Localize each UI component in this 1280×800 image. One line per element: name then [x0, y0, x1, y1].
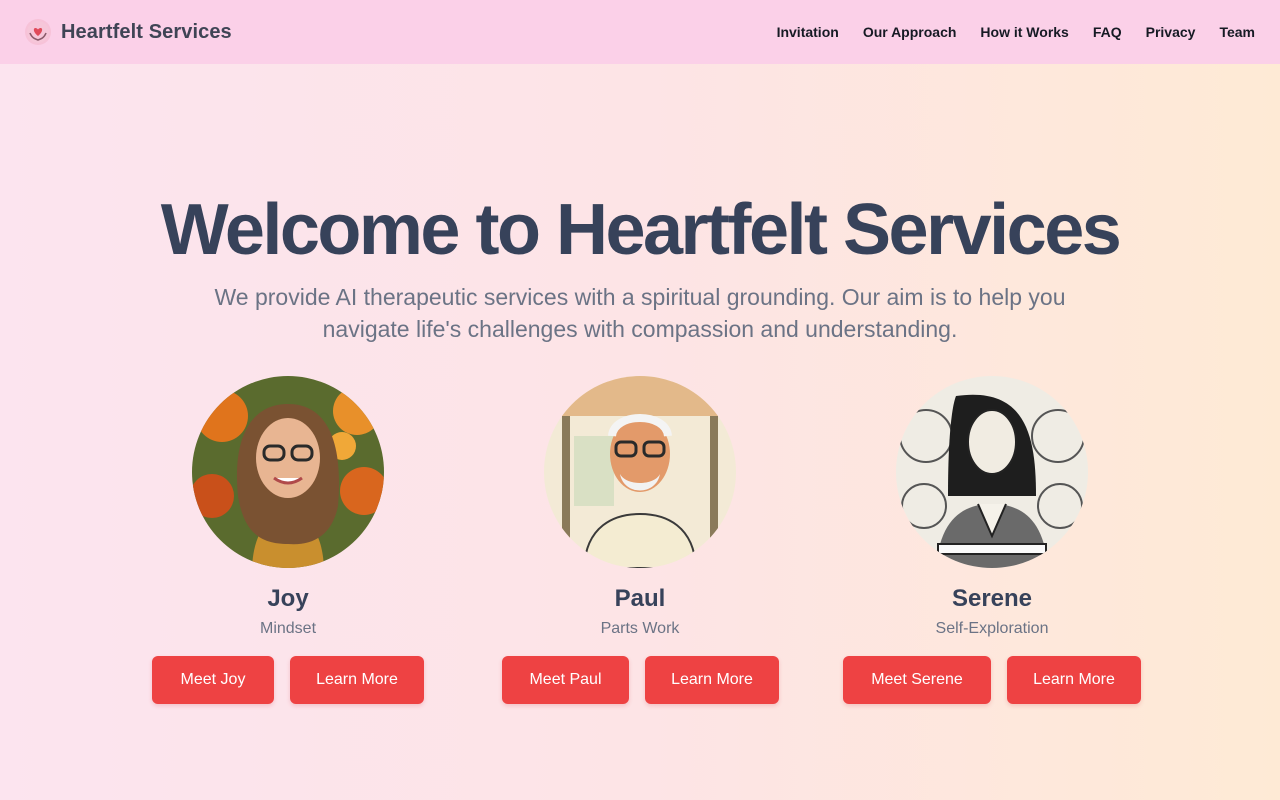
therapist-actions: Meet Serene Learn More	[832, 656, 1152, 704]
nav-link-privacy[interactable]: Privacy	[1146, 24, 1196, 40]
therapist-actions: Meet Paul Learn More	[480, 656, 800, 704]
brand[interactable]: Heartfelt Services	[25, 19, 232, 45]
learn-more-paul-button[interactable]: Learn More	[645, 656, 779, 704]
serene-portrait	[896, 376, 1088, 568]
top-navbar: Heartfelt Services Invitation Our Approa…	[0, 0, 1280, 64]
therapist-actions: Meet Joy Learn More	[128, 656, 448, 704]
hero-title: Welcome to Heartfelt Services	[160, 190, 1122, 270]
therapist-role: Parts Work	[600, 620, 680, 637]
paul-portrait	[544, 376, 736, 568]
nav-link-how-it-works[interactable]: How it Works	[980, 24, 1068, 40]
nav-link-invitation[interactable]: Invitation	[777, 24, 839, 40]
nav-link-faq[interactable]: FAQ	[1093, 24, 1122, 40]
therapist-name: Paul	[614, 585, 666, 612]
nav-link-team[interactable]: Team	[1219, 24, 1255, 40]
therapist-role: Self-Exploration	[935, 620, 1049, 637]
therapist-name: Joy	[267, 585, 309, 612]
meet-paul-button[interactable]: Meet Paul	[502, 656, 629, 704]
main-nav: Invitation Our Approach How it Works FAQ…	[777, 24, 1255, 40]
heart-hands-logo-icon	[25, 19, 51, 45]
therapist-card-serene: Serene Self-Exploration Meet Serene Lear…	[832, 376, 1152, 704]
therapist-card-paul: Paul Parts Work Meet Paul Learn More	[480, 376, 800, 704]
brand-name: Heartfelt Services	[61, 20, 232, 43]
learn-more-joy-button[interactable]: Learn More	[290, 656, 424, 704]
meet-joy-button[interactable]: Meet Joy	[152, 656, 274, 704]
meet-serene-button[interactable]: Meet Serene	[843, 656, 991, 704]
learn-more-serene-button[interactable]: Learn More	[1007, 656, 1141, 704]
therapist-card-joy: Joy Mindset Meet Joy Learn More	[128, 376, 448, 704]
therapist-name: Serene	[951, 585, 1033, 612]
hero-subtitle: We provide AI therapeutic services with …	[214, 284, 1066, 342]
therapist-role: Mindset	[259, 620, 317, 637]
joy-portrait	[192, 376, 384, 568]
nav-link-our-approach[interactable]: Our Approach	[863, 24, 957, 40]
